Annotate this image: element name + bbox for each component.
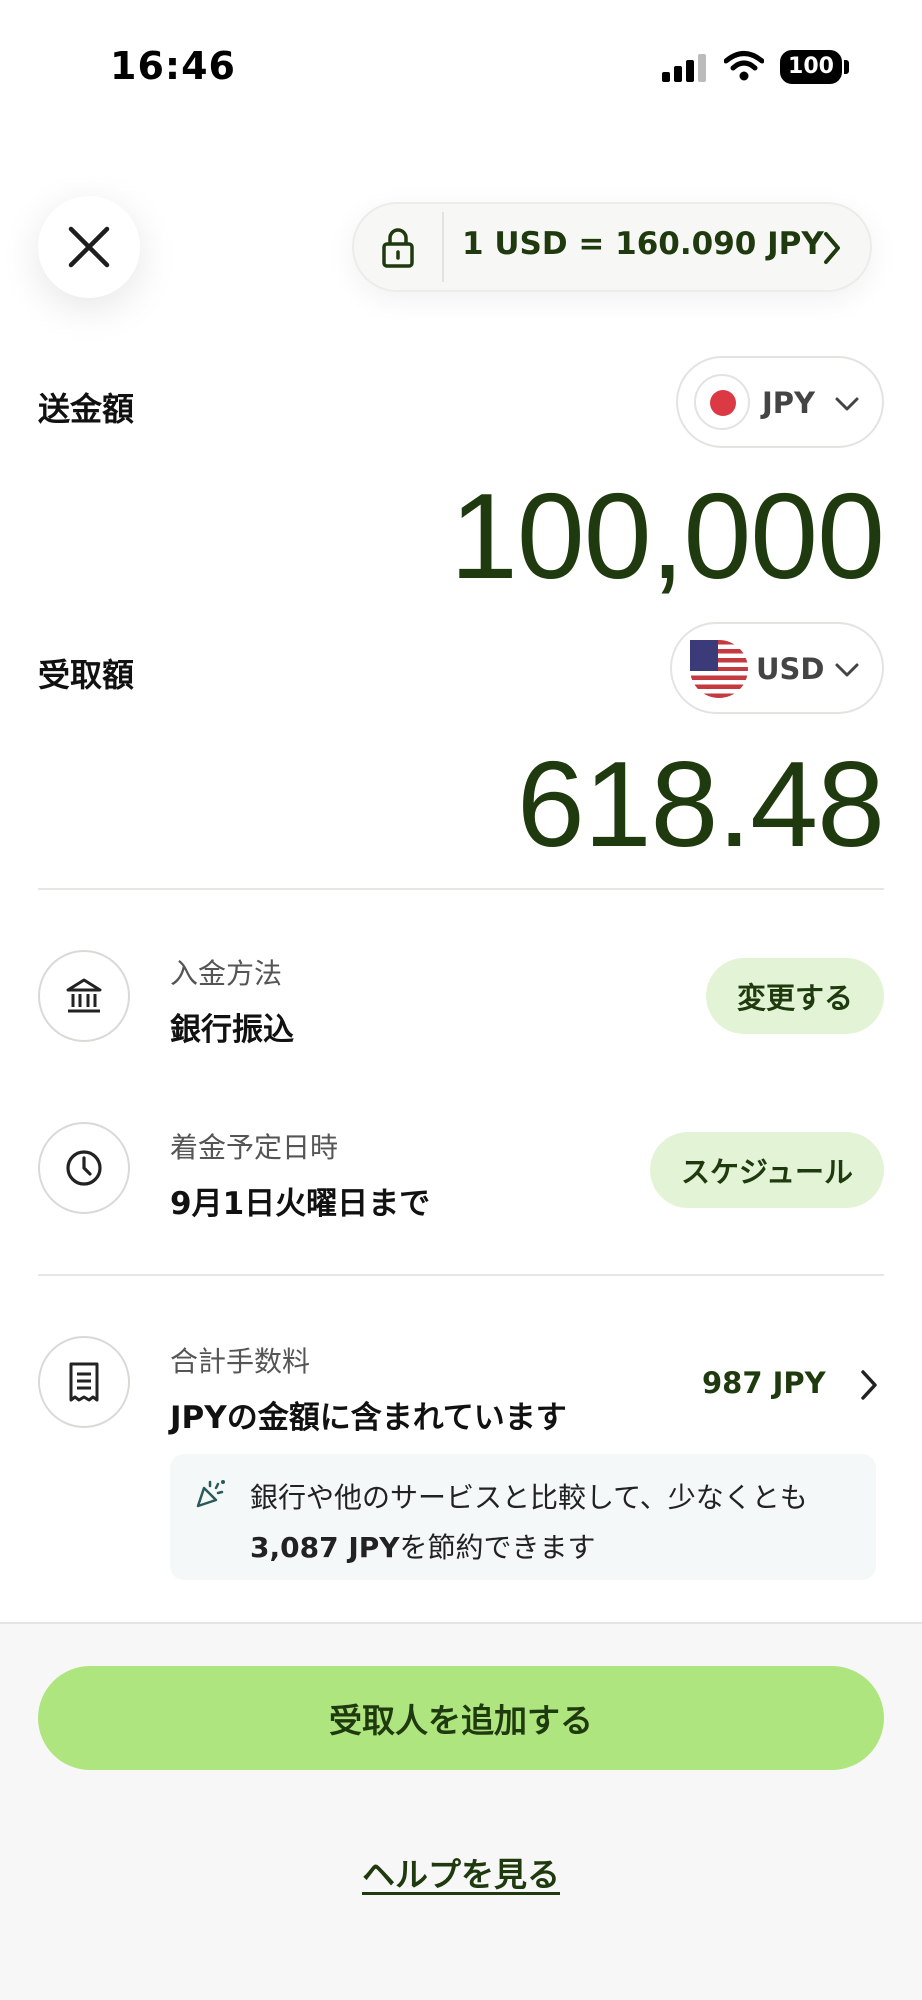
help-link[interactable]: ヘルプを見る — [0, 1848, 922, 1896]
chevron-down-icon — [835, 397, 859, 411]
change-payment-method-button[interactable]: 変更する — [706, 958, 884, 1034]
clock-icon-circle — [38, 1122, 130, 1214]
bank-icon-circle — [38, 950, 130, 1042]
savings-amount: 3,087 JPY — [250, 1531, 400, 1564]
receive-currency-code: USD — [756, 652, 825, 686]
send-currency-code: JPY — [762, 386, 816, 420]
bank-icon — [66, 978, 102, 1013]
send-amount-input[interactable]: 100,000 — [450, 466, 885, 606]
savings-text-line1: 銀行や他のサービスと比較して、少なくとも — [250, 1481, 808, 1514]
status-time: 16:46 — [110, 44, 236, 88]
wifi-icon — [724, 51, 764, 81]
close-button[interactable] — [38, 196, 140, 298]
clock-icon — [66, 1150, 102, 1186]
savings-text-suffix: を節約できます — [399, 1531, 596, 1564]
add-recipient-button[interactable]: 受取人を追加する — [38, 1666, 884, 1770]
us-flag-canton — [690, 640, 718, 671]
receive-amount-input[interactable]: 618.48 — [517, 734, 885, 874]
close-icon — [68, 226, 110, 268]
schedule-button[interactable]: スケジュール — [650, 1132, 884, 1208]
chevron-right-icon[interactable] — [858, 1368, 880, 1402]
signal-icon — [662, 52, 712, 82]
lock-icon — [382, 228, 414, 268]
divider — [38, 1274, 884, 1276]
arrival-value: 9月1日火曜日まで — [170, 1186, 431, 1222]
send-amount-label: 送金額 — [38, 390, 135, 428]
battery-indicator: 100 — [780, 50, 842, 84]
battery-tip — [844, 60, 849, 74]
rate-divider — [442, 212, 444, 282]
chevron-down-icon — [835, 663, 859, 677]
fees-value: JPYの金額に含まれています — [170, 1400, 567, 1436]
receipt-icon-circle — [38, 1336, 130, 1428]
savings-text-line2: 3,087 JPYを節約できます — [250, 1526, 596, 1566]
arrival-title: 着金予定日時 — [170, 1131, 339, 1164]
japan-flag-sun — [710, 390, 736, 416]
payment-method-value: 銀行振込 — [170, 1012, 294, 1048]
party-popper-icon — [196, 1480, 225, 1508]
payment-method-title: 入金方法 — [170, 957, 283, 990]
divider — [38, 888, 884, 890]
fee-amount-link[interactable]: 987 JPY — [702, 1366, 826, 1400]
exchange-rate-text: 1 USD = 160.090 JPY — [462, 226, 824, 262]
chevron-right-icon — [824, 232, 840, 264]
receive-amount-label: 受取額 — [38, 656, 135, 694]
receipt-icon — [69, 1362, 99, 1402]
fees-title: 合計手数料 — [170, 1345, 311, 1378]
